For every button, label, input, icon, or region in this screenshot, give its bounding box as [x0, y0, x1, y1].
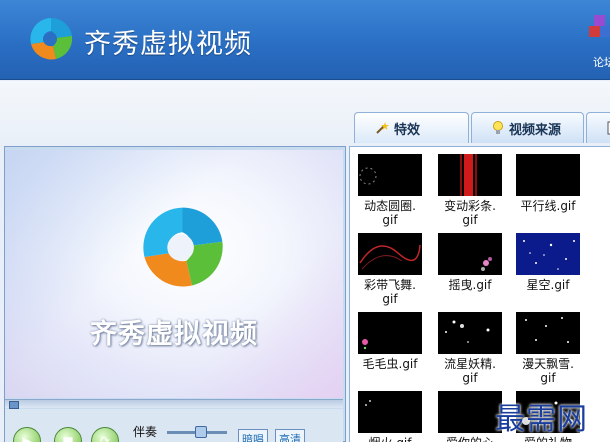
effect-caption-line2: gif	[382, 213, 398, 227]
effect-item[interactable]: 变动彩条. gif	[434, 154, 506, 227]
tab-video-source[interactable]: 视频来源	[471, 112, 584, 143]
effect-caption-line2: gif	[462, 371, 478, 385]
cubes-icon	[589, 15, 610, 37]
player-controls: ▶ ■ ⟳ 伴奏 暗唱 高清	[5, 409, 343, 442]
effect-caption-line1: 变动彩条.	[444, 199, 496, 213]
secondary-button-1[interactable]: 暗唱	[238, 429, 268, 442]
effect-caption-line1: 毛毛虫.gif	[362, 357, 418, 371]
preview-logo-icon	[143, 207, 223, 287]
effect-thumbnail	[438, 233, 502, 275]
effect-caption-line1: 星空.gif	[526, 278, 570, 292]
tab-third[interactable]	[586, 112, 610, 143]
effect-thumbnail	[438, 312, 502, 354]
tab-effects-label: 特效	[394, 122, 421, 138]
record-button[interactable]: ⟳	[91, 427, 119, 442]
play-button[interactable]: ▶	[13, 427, 41, 442]
effect-item[interactable]: 平行线.gif	[512, 154, 584, 213]
stop-icon: ■	[62, 434, 74, 442]
effect-thumbnail	[516, 233, 580, 275]
effect-item[interactable]: 漫天飘雪. gif	[512, 312, 584, 385]
effect-thumbnail	[358, 312, 422, 354]
effect-thumbnail	[358, 391, 422, 433]
effect-item[interactable]: 毛毛虫.gif	[354, 312, 426, 371]
effect-caption: 彩带飞舞. gif	[354, 278, 426, 306]
effect-caption-line1: 漫天飘雪.	[522, 357, 574, 371]
effect-item[interactable]: 烟火.gif	[354, 391, 426, 442]
effect-caption-line1: 动态圆圈.	[364, 199, 416, 213]
effect-caption-line1: 平行线.gif	[520, 199, 576, 213]
effect-caption-line1: 烟火.gif	[354, 436, 426, 442]
effect-caption: 流星妖精. gif	[434, 357, 506, 385]
tab-effects[interactable]: 特效	[354, 112, 469, 143]
effect-item[interactable]: 摇曳.gif	[434, 233, 506, 292]
effect-thumbnail	[438, 391, 502, 433]
effect-caption-line1: 流星妖精.	[444, 357, 496, 371]
effect-caption: 漫天飘雪. gif	[512, 357, 584, 385]
effect-thumbnail	[358, 233, 422, 275]
effect-caption-line2: gif	[540, 371, 556, 385]
effect-item[interactable]: 彩带飞舞. gif	[354, 233, 426, 306]
forum-button[interactable]: 论坛	[583, 12, 610, 74]
effect-caption-line2: gif	[462, 213, 478, 227]
effect-thumbnail	[358, 154, 422, 196]
seek-bar[interactable]	[5, 399, 343, 409]
preview-title: 齐秀虚拟视频	[90, 319, 258, 350]
seek-thumb[interactable]	[9, 401, 19, 409]
video-preview: 齐秀虚拟视频	[5, 150, 343, 398]
effect-caption: 星空.gif	[512, 278, 584, 292]
effect-caption: 毛毛虫.gif	[354, 357, 426, 371]
effect-caption: 烟火.gif	[354, 436, 426, 442]
record-icon: ⟳	[99, 434, 111, 442]
effect-caption: 动态圆圈. gif	[354, 199, 426, 227]
effect-caption-line1: 摇曳.gif	[448, 278, 492, 292]
effect-item[interactable]: 流星妖精. gif	[434, 312, 506, 385]
effect-item[interactable]: 星空.gif	[512, 233, 584, 292]
app-title: 齐秀虚拟视频	[84, 29, 252, 60]
effect-thumbnail	[516, 312, 580, 354]
wand-icon	[376, 122, 389, 134]
app-header: 齐秀虚拟视频 论坛	[0, 0, 610, 80]
effect-caption: 平行线.gif	[512, 199, 584, 213]
accompaniment-label: 伴奏	[133, 425, 158, 439]
effect-caption-line2: gif	[382, 292, 398, 306]
effect-caption-line1: 彩带飞舞.	[364, 278, 416, 292]
effect-thumbnail	[438, 154, 502, 196]
effect-caption: 摇曳.gif	[434, 278, 506, 292]
watermark: 最需网	[495, 402, 588, 437]
forum-label: 论坛	[593, 56, 610, 69]
tab-video-source-label: 视频来源	[509, 122, 562, 138]
secondary-button-2[interactable]: 高清	[275, 429, 305, 442]
accompaniment-slider-thumb[interactable]	[195, 426, 207, 438]
effect-item[interactable]: 动态圆圈. gif	[354, 154, 426, 227]
app-logo-icon	[30, 17, 73, 60]
stop-button[interactable]: ■	[54, 427, 82, 442]
effect-thumbnail	[516, 154, 580, 196]
effect-caption: 变动彩条. gif	[434, 199, 506, 227]
play-icon: ▶	[22, 434, 32, 442]
bulb-icon	[493, 121, 503, 134]
